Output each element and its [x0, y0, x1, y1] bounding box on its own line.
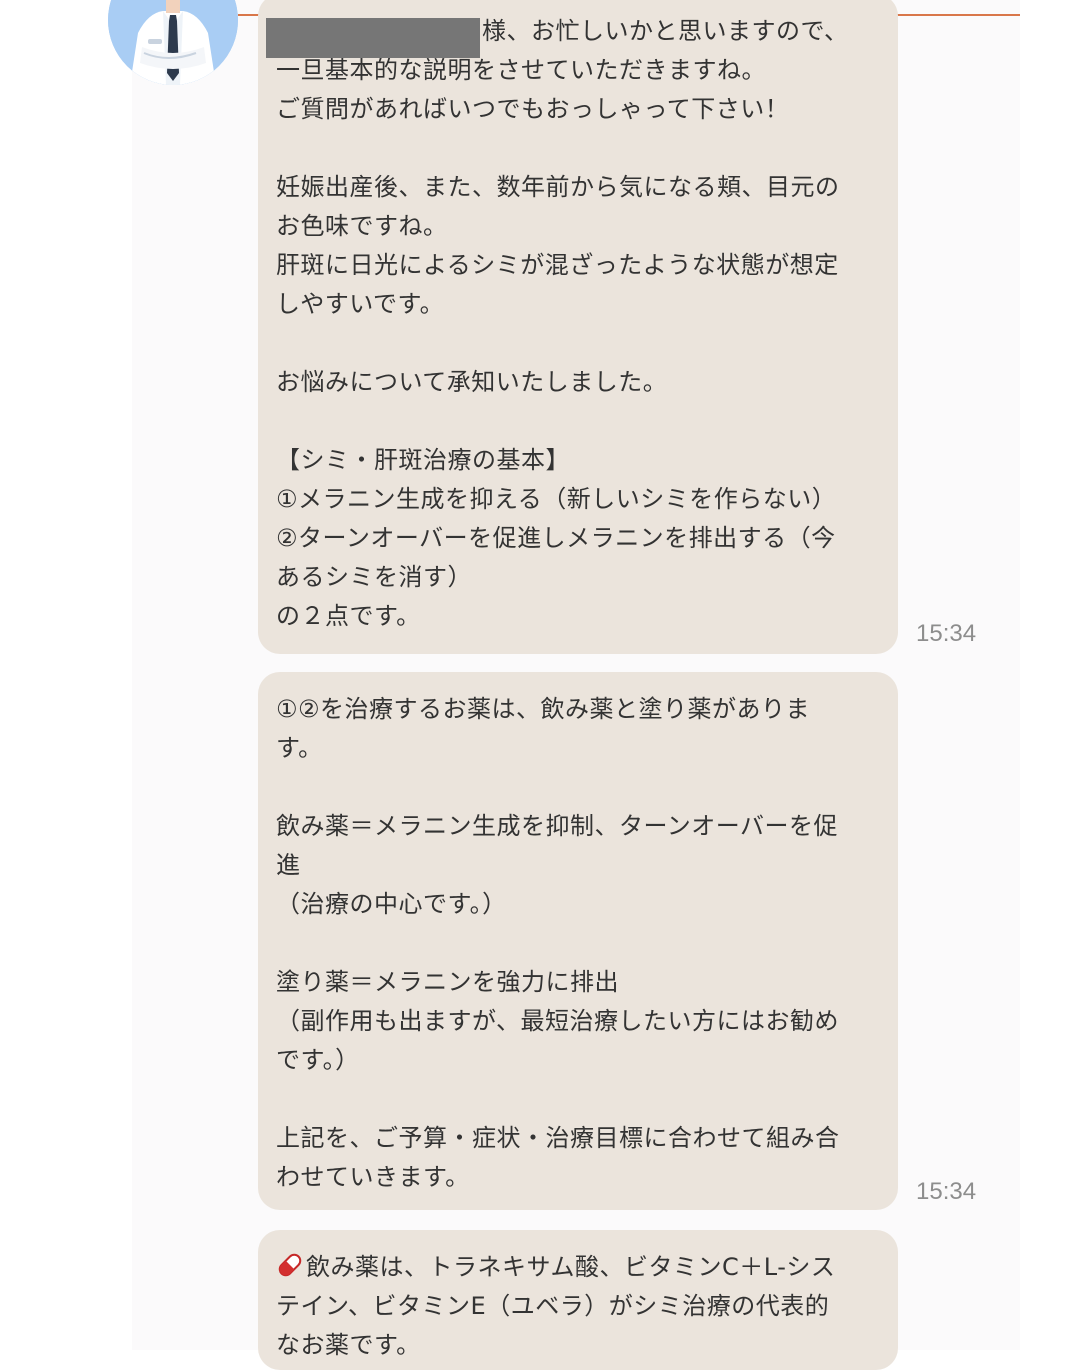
message-line-text: 飲み薬は、トラネキサム酸、ビタミンC＋L-シス	[306, 1253, 836, 1281]
message-line: お色味ですね。	[276, 212, 448, 240]
message-line: す。	[276, 734, 323, 762]
timestamp: 15:34	[916, 1178, 977, 1205]
message-line: 飲み薬＝メラニン生成を抑制、ターンオーバーを促	[276, 812, 839, 840]
message-line: 肝斑に日光によるシミが混ざったような状態が想定	[276, 251, 839, 279]
message-line: （治療の中心です。）	[276, 890, 507, 918]
message-line: わせていきます。	[276, 1163, 470, 1191]
message-3-text: 飲み薬は、トラネキサム酸、ビタミンC＋L-システイン、ビタミンE（ユベラ）がシミ…	[276, 1248, 878, 1365]
message-line: 【シミ・肝斑治療の基本】	[276, 446, 570, 474]
message-line: なお薬です。	[276, 1331, 421, 1359]
message-line: 妊娠出産後、また、数年前から気になる頬、目元の	[276, 173, 840, 201]
message-line	[276, 324, 878, 363]
message-line: あるシミを消す）	[276, 563, 472, 591]
message-line	[276, 402, 878, 441]
message-line	[276, 924, 878, 963]
message-line: 進	[276, 851, 301, 879]
message-line: ①②を治療するお薬は、飲み薬と塗り薬がありま	[276, 695, 811, 723]
message-line	[276, 129, 878, 168]
message-line: です。）	[276, 1046, 360, 1074]
message-line: （副作用も出ますが、最短治療したい方にはお勧め	[276, 1007, 840, 1035]
message-line: 塗り薬＝メラニンを強力に排出	[276, 968, 619, 996]
message-line: ①メラニン生成を抑える（新しいシミを作らない）	[276, 485, 837, 513]
pill-icon	[278, 1253, 302, 1277]
redacted-name	[266, 18, 480, 58]
message-line: 飲み薬は、トラネキサム酸、ビタミンC＋L-シス	[276, 1248, 878, 1287]
message-line	[276, 1080, 878, 1119]
message-bubble-2[interactable]: ①②を治療するお薬は、飲み薬と塗り薬がありま す。飲み薬＝メラニン生成を抑制、ター…	[258, 672, 898, 1210]
message-bubble-1[interactable]: 様、お忙しいかと思いますので、 一旦基本的な説明をさせていただきますね。 ご質問があ…	[258, 0, 898, 654]
message-line: ②ターンオーバーを促進しメラニンを排出する（今	[276, 524, 836, 552]
message-line	[276, 768, 878, 807]
message-2-text: ①②を治療するお薬は、飲み薬と塗り薬がありま す。飲み薬＝メラニン生成を抑制、ター…	[276, 690, 878, 1197]
message-line: の２点です。	[276, 602, 421, 630]
timestamp: 15:34	[916, 620, 977, 647]
message-line: ご質問があればいつでもおっしゃって下さい！	[276, 95, 790, 123]
message-line: しやすいです。	[276, 290, 445, 318]
message-line: テイン、ビタミンE（ユベラ）がシミ治療の代表的	[276, 1292, 830, 1320]
message-line: お悩みについて承知いたしました。	[276, 368, 668, 396]
message-line: 上記を、ご予算・症状・治療目標に合わせて組み合	[276, 1124, 840, 1152]
message-bubble-3[interactable]: 飲み薬は、トラネキサム酸、ビタミンC＋L-システイン、ビタミンE（ユベラ）がシミ…	[258, 1230, 898, 1370]
message-1-text: 様、お忙しいかと思いますので、 一旦基本的な説明をさせていただきますね。 ご質問があ…	[276, 12, 878, 636]
